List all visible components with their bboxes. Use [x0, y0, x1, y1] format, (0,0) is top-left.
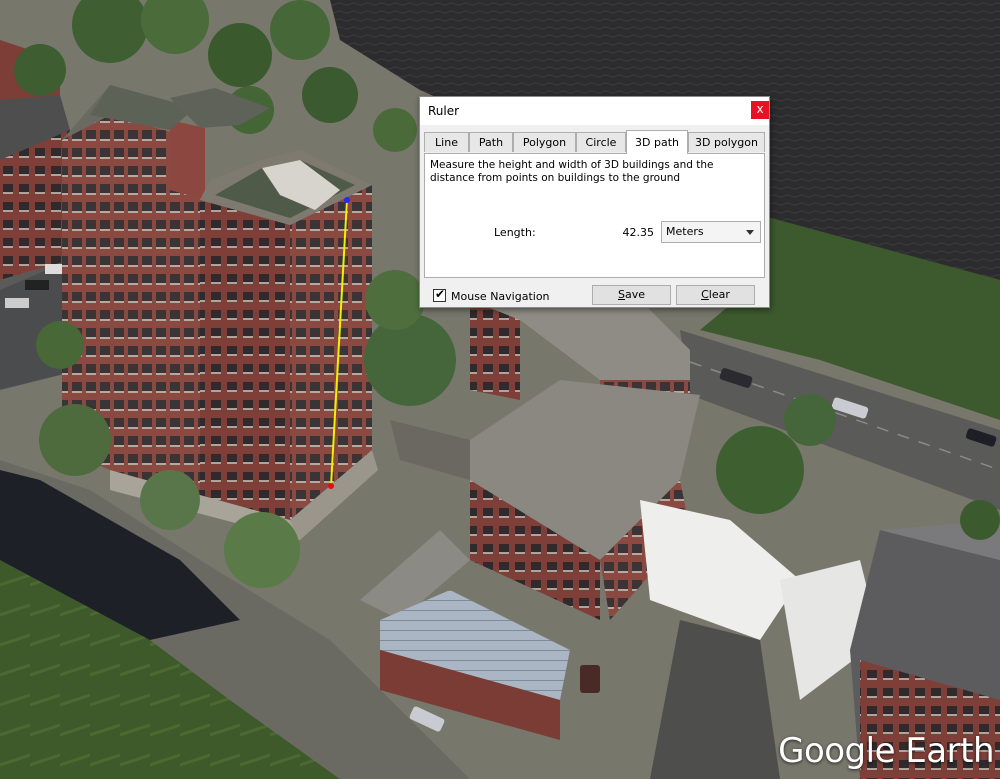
unit-select[interactable]: Meters: [661, 221, 761, 243]
measure-description: Measure the height and width of 3D build…: [430, 159, 714, 184]
tab-circle[interactable]: Circle: [576, 132, 626, 152]
start-point-marker: [328, 483, 334, 489]
check-icon: ✔: [435, 287, 446, 301]
tab-3d-path[interactable]: 3D path: [626, 130, 688, 154]
end-point-marker: [344, 197, 350, 203]
unit-select-value: Meters: [666, 225, 704, 238]
close-button[interactable]: x: [751, 101, 769, 119]
ruler-dialog: Ruler x Line Path Polygon Circle 3D path…: [419, 96, 770, 308]
chevron-down-icon: [746, 230, 754, 235]
dialog-title: Ruler: [428, 104, 460, 118]
length-value: 42.35: [622, 226, 655, 239]
tab-panel-3d-path: Measure the height and width of 3D build…: [424, 153, 765, 278]
mouse-navigation-label: Mouse Navigation: [451, 290, 550, 303]
length-label: Length:: [494, 226, 536, 239]
tab-3d-polygon[interactable]: 3D polygon: [688, 132, 765, 152]
tab-path[interactable]: Path: [469, 132, 513, 152]
mouse-navigation-checkbox[interactable]: ✔ Mouse Navigation: [433, 287, 550, 303]
google-earth-watermark: Google Earth: [778, 731, 994, 771]
tab-line[interactable]: Line: [424, 132, 469, 152]
checkbox-box[interactable]: ✔: [433, 287, 446, 302]
dialog-titlebar[interactable]: Ruler x: [420, 97, 769, 125]
tab-polygon[interactable]: Polygon: [513, 132, 576, 152]
clear-button[interactable]: Clear: [676, 285, 755, 305]
save-button[interactable]: Save: [592, 285, 671, 305]
